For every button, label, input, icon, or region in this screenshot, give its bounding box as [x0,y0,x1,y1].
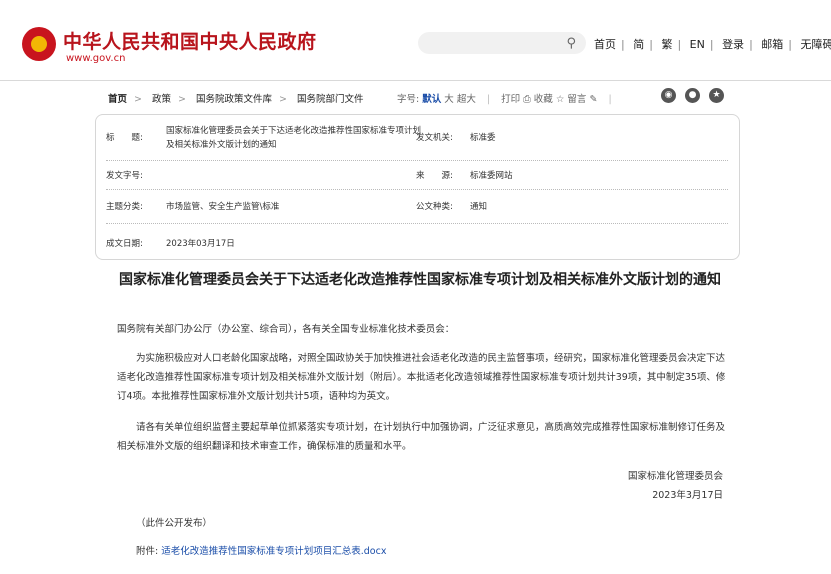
source-value: 标准委网站 [470,171,513,181]
nav-home[interactable]: 首页 [594,38,616,51]
star-icon: ☆ [555,94,565,105]
meta-row-title: 标 题: 国家标准化管理委员会关于下达适老化改造推荐性国家标准专项计划及相关标准… [106,115,728,161]
font-xlarge-button[interactable]: 超大 [457,94,476,105]
pencil-icon: ✎ [589,94,598,105]
title-value: 国家标准化管理委员会关于下达适老化改造推荐性国家标准专项计划及相关标准外文版计划… [166,126,422,150]
site-header: 中华人民共和国中央人民政府 www.gov.cn ⚲ 首页 | 简 | 繁 | EN |… [0,0,831,81]
favorite-button[interactable]: 收藏 [534,94,553,105]
wechat-icon[interactable]: ● [685,88,700,103]
printer-icon: ⎙ [523,94,531,105]
search-input[interactable]: ⚲ [418,32,586,54]
public-note: （此件公开发布） [136,518,213,529]
top-nav: 首页 | 简 | 繁 | EN | 登录 | 邮箱 | 无障碍 [594,36,831,52]
nav-login[interactable]: 登录 [722,38,744,51]
issuer-value: 标准委 [470,133,496,143]
attachment-link[interactable]: 适老化改造推荐性国家标准专项计划项目汇总表.docx [161,546,386,557]
meta-row-date: 成文日期: 2023年03月17日 [106,223,728,257]
comment-button[interactable]: 留言 [567,94,586,105]
breadcrumb-policy[interactable]: 政策 [152,94,171,105]
signer: 国家标准化管理委员会 [627,471,723,482]
nav-simplified[interactable]: 简 [633,38,644,51]
weibo-icon[interactable]: ◉ [661,88,676,103]
nav-english[interactable]: EN [690,38,705,51]
topic-label: 主题分类: [106,202,143,212]
national-emblem-icon[interactable] [22,27,56,61]
body-paragraph-1: 为实施积极应对人口老龄化国家战略，对照全国政协关于加快推进社会适老化改造的民主监… [117,353,726,402]
doc-no-label: 发文字号: [106,171,143,181]
topic-value: 市场监管、安全生产监管\标准 [166,202,280,212]
salutation: 国务院有关部门办公厅（办公室、综合司），各有关全国专业标准化技术委员会： [117,324,455,335]
type-value: 通知 [470,202,488,212]
font-size-label: 字号: [397,94,420,105]
font-large-button[interactable]: 大 [444,94,454,105]
site-domain: www.gov.cn [66,53,126,64]
meta-row-topic: 主题分类: 市场监管、安全生产监管\标准 公文种类: 通知 [106,189,728,224]
nav-traditional[interactable]: 繁 [661,38,672,51]
document-meta-box: 标 题: 国家标准化管理委员会关于下达适老化改造推荐性国家标准专项计划及相关标准… [95,114,740,260]
breadcrumb-policy-library[interactable]: 国务院政策文件库 [196,94,272,105]
attachment-label: 附件: [136,546,159,557]
date-label: 成文日期: [106,239,143,249]
title-label: 标 题: [106,133,143,143]
sign-date: 2023年3月17日 [652,490,723,501]
site-title[interactable]: 中华人民共和国中央人民政府 [63,27,317,54]
meta-row-docno: 发文字号: 来 源: 标准委网站 [106,160,728,190]
print-button[interactable]: 打印 [501,94,520,105]
issuer-label: 发文机关: [416,133,453,143]
font-default-button[interactable]: 默认 [422,94,441,105]
attachment: 附件: 适老化改造推荐性国家标准专项计划项目汇总表.docx [136,542,386,561]
type-label: 公文种类: [416,202,453,212]
source-label: 来 源: [416,171,453,181]
qzone-icon[interactable]: ★ [709,88,724,103]
search-icon[interactable]: ⚲ [566,36,576,51]
breadcrumb: 首页 > 政策 > 国务院政策文件库 > 国务院部门文件 [108,94,364,105]
date-value: 2023年03月17日 [166,239,235,249]
page-tools: 字号: 默认 大 超大 | 打印 ⎙ 收藏 ☆ 留言 ✎ | [397,94,612,105]
breadcrumb-department-docs[interactable]: 国务院部门文件 [297,94,364,105]
document-title: 国家标准化管理委员会关于下达适老化改造推荐性国家标准专项计划及相关标准外文版计划… [119,272,721,288]
body-paragraph-2: 请各有关单位组织监督主要起草单位抓紧落实专项计划，在计划执行中加强协调，广泛征求… [117,422,726,452]
breadcrumb-home[interactable]: 首页 [108,94,127,105]
nav-accessibility[interactable]: 无障碍 [801,38,831,51]
nav-mail[interactable]: 邮箱 [761,38,783,51]
